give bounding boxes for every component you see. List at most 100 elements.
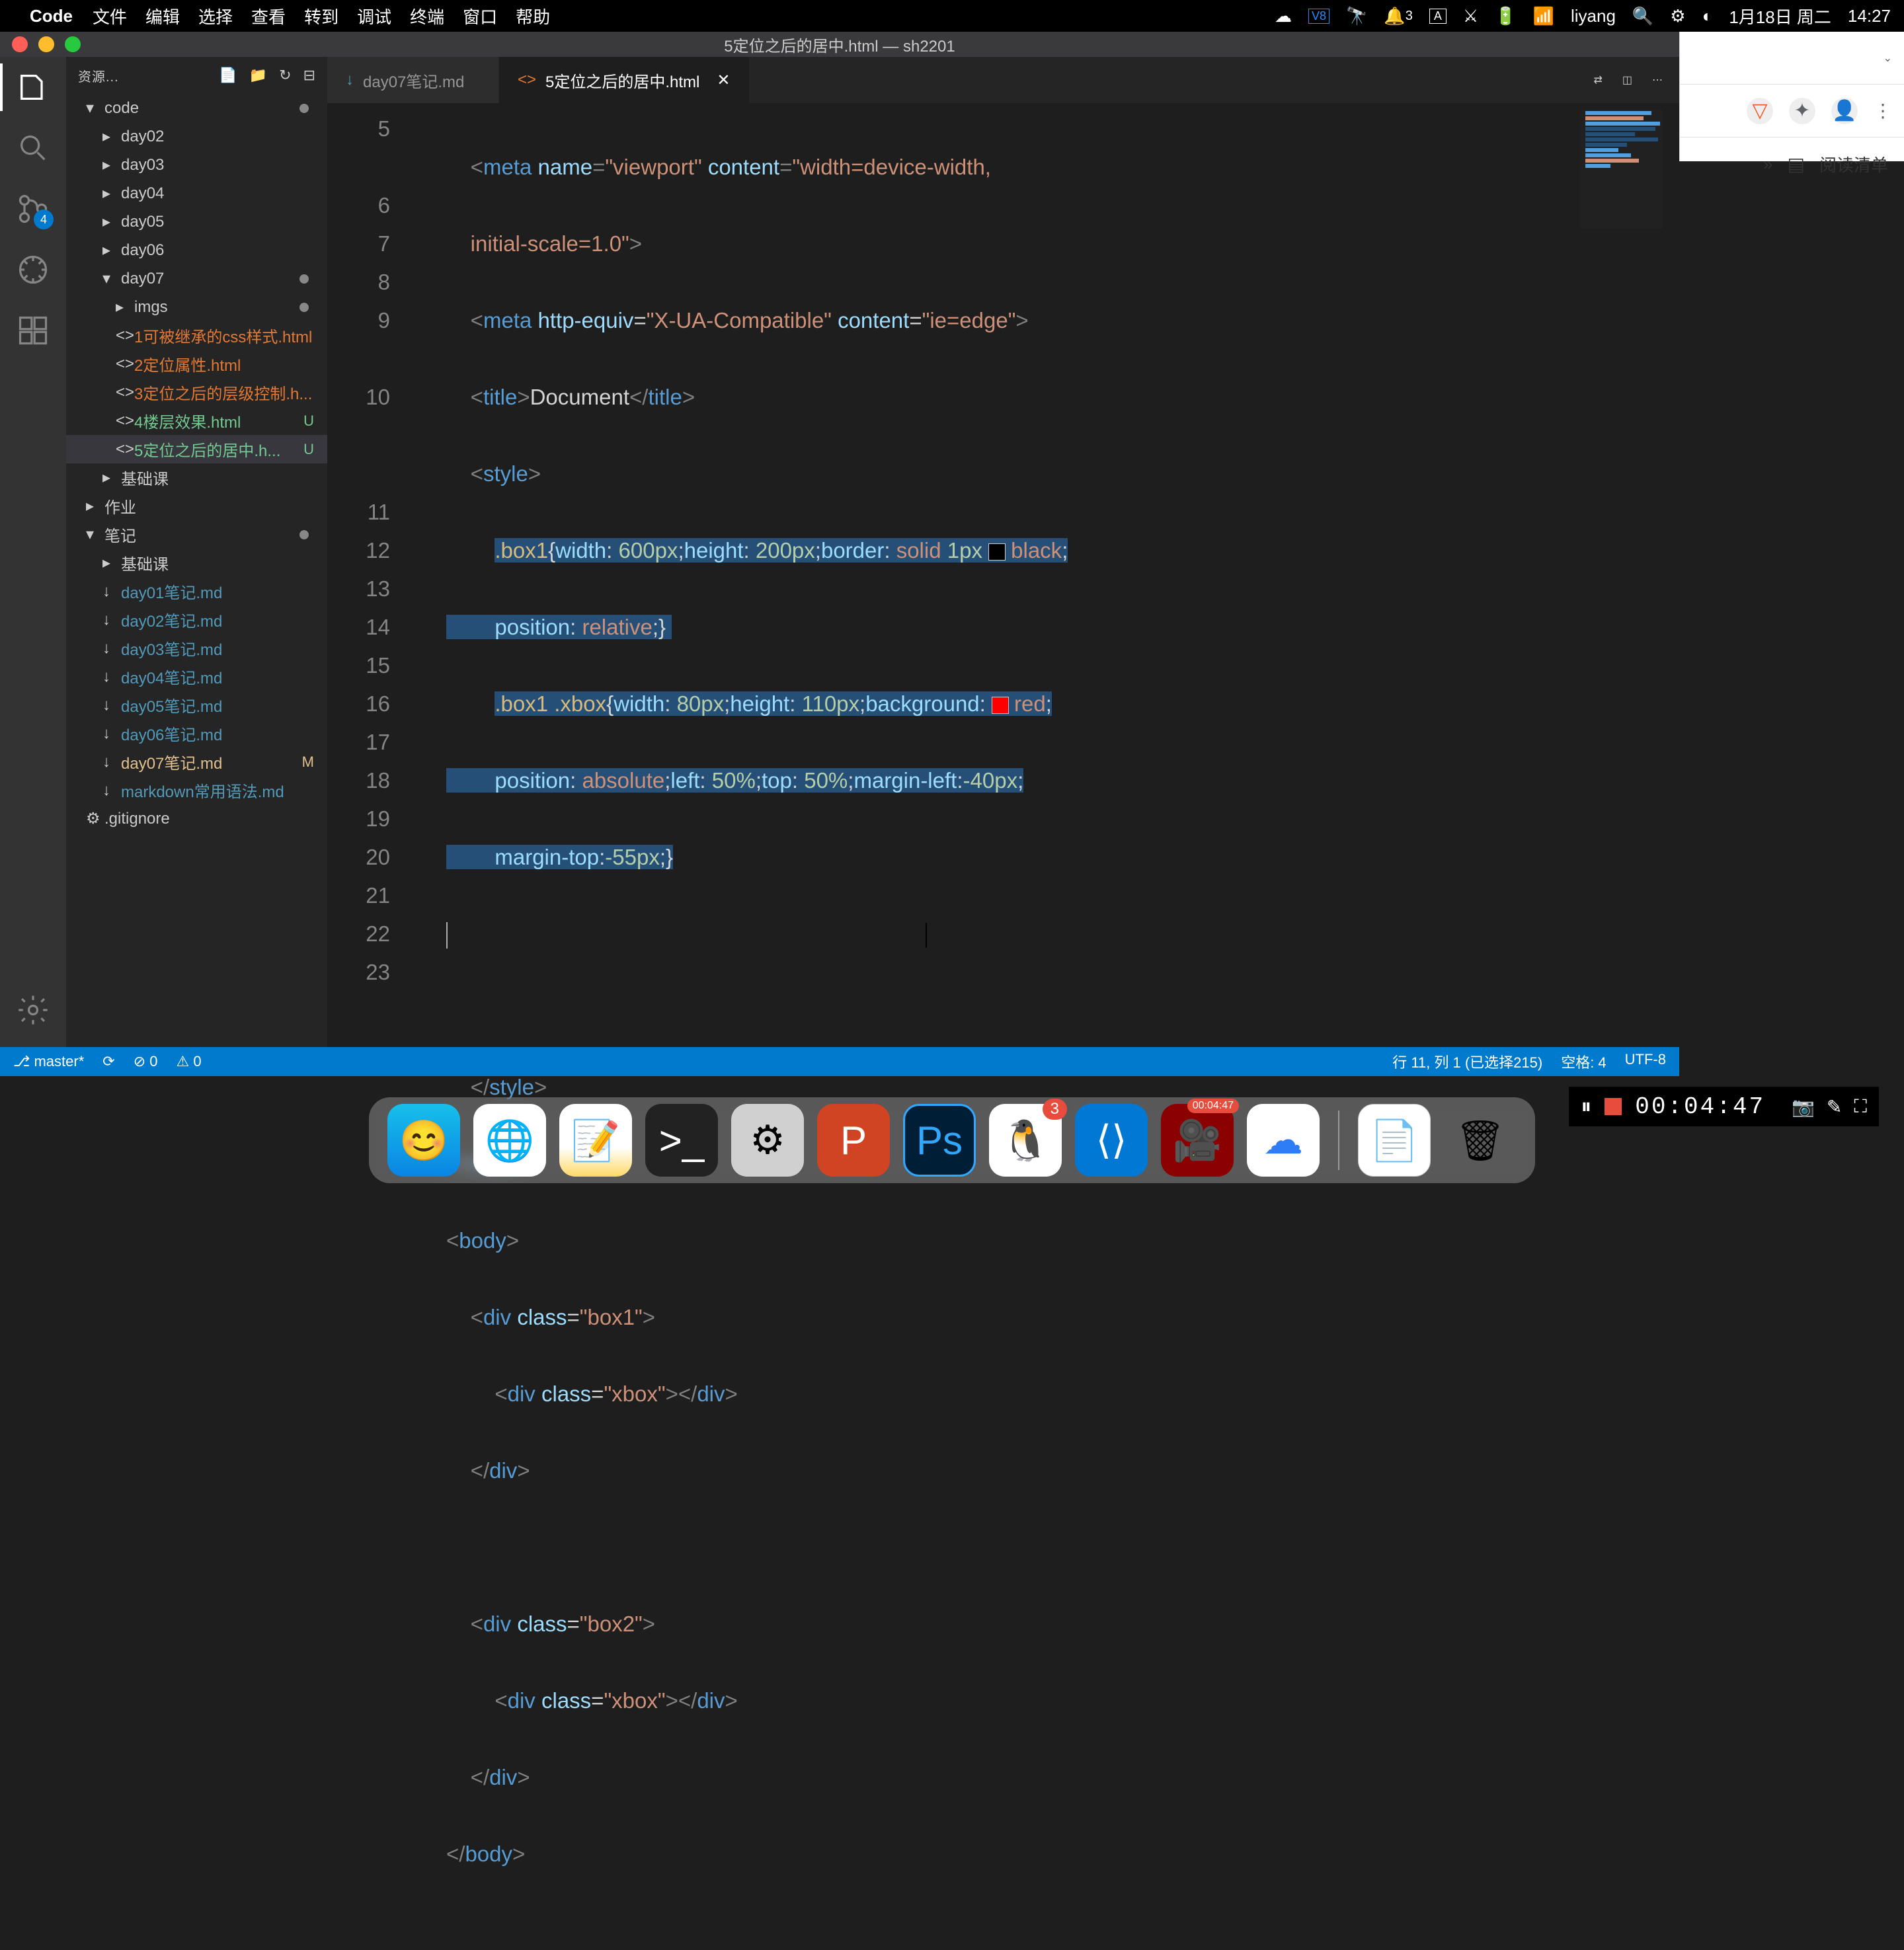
tree-item[interactable]: ↓day01笔记.md xyxy=(66,577,327,605)
profile-icon[interactable]: 👤 xyxy=(1831,98,1858,124)
sync-icon[interactable]: ☁ xyxy=(1275,6,1292,26)
tree-item[interactable]: ▸imgs xyxy=(66,293,327,321)
indentation[interactable]: 空格: 4 xyxy=(1561,1051,1606,1072)
tree-item[interactable]: ▾笔记 xyxy=(66,520,327,549)
photoshop-app[interactable]: Ps xyxy=(903,1104,976,1177)
bluetooth-icon[interactable]: ⚔ xyxy=(1463,6,1478,26)
warnings-count[interactable]: ⚠ 0 xyxy=(177,1053,202,1070)
close-button[interactable] xyxy=(12,36,28,52)
recorder-app[interactable]: 🎥00:04:47 xyxy=(1161,1104,1234,1177)
menu-go[interactable]: 转到 xyxy=(304,4,338,28)
tree-item[interactable]: ▸day05 xyxy=(66,208,327,236)
cursor-position[interactable]: 行 11, 列 1 (已选择215) xyxy=(1392,1051,1542,1072)
chrome-app[interactable]: 🌐 xyxy=(473,1104,546,1177)
expand-icon[interactable]: ⛶ xyxy=(1854,1096,1867,1118)
menu-view[interactable]: 查看 xyxy=(251,4,286,28)
explorer-icon[interactable] xyxy=(16,70,50,104)
zoom-button[interactable] xyxy=(65,36,81,52)
editor-tab[interactable]: ↓day07笔记.md xyxy=(327,57,499,103)
record-indicator[interactable] xyxy=(1605,1098,1622,1115)
tree-item[interactable]: ↓day05笔记.md xyxy=(66,691,327,719)
menu-help[interactable]: 帮助 xyxy=(516,4,550,28)
terminal-app[interactable]: >_ xyxy=(645,1104,718,1177)
spotlight-icon[interactable]: 🔍 xyxy=(1632,6,1653,26)
new-folder-icon[interactable]: 📁 xyxy=(249,67,267,84)
more-icon[interactable]: ⋯ xyxy=(1652,73,1663,87)
time[interactable]: 14:27 xyxy=(1848,6,1891,26)
encoding[interactable]: UTF-8 xyxy=(1625,1051,1666,1072)
reading-list-icon[interactable]: ▤ xyxy=(1788,153,1805,175)
tree-item[interactable]: ▸day06 xyxy=(66,236,327,264)
menu-edit[interactable]: 编辑 xyxy=(145,4,180,28)
qq-app[interactable]: 🐧3 xyxy=(989,1104,1062,1177)
code-editor[interactable]: 567891011121314151617181920212223 <meta … xyxy=(327,103,1679,1047)
wifi-icon[interactable]: 📶 xyxy=(1533,6,1554,26)
powerpoint-app[interactable]: P xyxy=(817,1104,890,1177)
menu-terminal[interactable]: 终端 xyxy=(410,4,444,28)
tree-item[interactable]: <>2定位属性.html xyxy=(66,350,327,378)
extension-icon[interactable]: ✦ xyxy=(1789,98,1815,124)
errors-count[interactable]: ⊘ 0 xyxy=(134,1053,158,1070)
tree-item[interactable]: <>1可被继承的css样式.html xyxy=(66,321,327,350)
pause-button[interactable]: ⏸ xyxy=(1581,1094,1591,1119)
sync-status[interactable]: ⟳ xyxy=(102,1053,114,1070)
settings-gear-icon[interactable] xyxy=(16,993,50,1027)
menu-file[interactable]: 文件 xyxy=(93,4,127,28)
tree-item[interactable]: ▸基础课 xyxy=(66,463,327,492)
tree-item[interactable]: ↓day02笔记.md xyxy=(66,605,327,634)
tree-item[interactable]: ↓markdown常用语法.md xyxy=(66,776,327,804)
menu-select[interactable]: 选择 xyxy=(198,4,233,28)
menu-window[interactable]: 窗口 xyxy=(463,4,497,28)
tree-item[interactable]: <>4楼层效果.htmlU xyxy=(66,407,327,435)
vscode-app[interactable]: ⟨⟩ xyxy=(1075,1104,1148,1177)
tree-item[interactable]: ⚙.gitignore xyxy=(66,804,327,833)
username[interactable]: liyang xyxy=(1571,6,1616,26)
app-name[interactable]: Code xyxy=(30,6,73,26)
debug-icon[interactable] xyxy=(16,253,50,287)
brave-icon[interactable]: ▽ xyxy=(1747,98,1773,124)
settings-app[interactable]: ⚙ xyxy=(731,1104,804,1177)
tree-item[interactable]: ▸基础课 xyxy=(66,549,327,577)
trash-app[interactable]: 🗑 xyxy=(1444,1104,1517,1177)
git-branch[interactable]: ⎇ master* xyxy=(13,1053,84,1070)
tree-item[interactable]: <>5定位之后的居中.h...U xyxy=(66,435,327,463)
kebab-icon[interactable]: ⋮ xyxy=(1874,100,1892,122)
date[interactable]: 1月18日 周二 xyxy=(1729,4,1831,28)
tree-item[interactable]: ▸day03 xyxy=(66,151,327,179)
tree-item[interactable]: <>3定位之后的层级控制.h... xyxy=(66,378,327,407)
minimize-button[interactable] xyxy=(38,36,54,52)
extensions-icon[interactable] xyxy=(16,313,50,348)
source-control-icon[interactable]: 4 xyxy=(16,192,50,226)
input-icon[interactable]: A xyxy=(1429,9,1447,24)
close-tab-icon[interactable]: ✕ xyxy=(717,71,730,90)
control-center-icon[interactable]: ⚙ xyxy=(1670,6,1685,26)
tree-item[interactable]: ↓day06笔记.md xyxy=(66,719,327,748)
vb-icon[interactable]: V8 xyxy=(1308,9,1329,24)
code-content[interactable]: <meta name="viewport" content="width=dev… xyxy=(420,103,1580,1047)
tree-item[interactable]: ▾day07 xyxy=(66,264,327,293)
document-app[interactable]: 📄 xyxy=(1358,1104,1431,1177)
search-icon[interactable] xyxy=(16,131,50,165)
tree-item[interactable]: ↓day04笔记.md xyxy=(66,662,327,691)
tree-item[interactable]: ▾code xyxy=(66,94,327,122)
notification-icon[interactable]: 🔔3 xyxy=(1384,6,1413,26)
split-icon[interactable]: ◫ xyxy=(1622,73,1632,87)
tree-item[interactable]: ▸作业 xyxy=(66,492,327,520)
tree-item[interactable]: ↓day03笔记.md xyxy=(66,634,327,662)
battery-icon[interactable]: 🔋 xyxy=(1495,6,1516,26)
binoculars-icon[interactable]: 🔭 xyxy=(1346,6,1367,26)
camera-icon[interactable]: 📷 xyxy=(1792,1096,1815,1118)
compare-icon[interactable]: ⇄ xyxy=(1593,73,1602,87)
chevron-down-icon[interactable]: ⌄ xyxy=(1884,52,1892,65)
tree-item[interactable]: ▸day04 xyxy=(66,179,327,208)
pencil-icon[interactable]: ✎ xyxy=(1827,1096,1842,1118)
tree-item[interactable]: ↓day07笔记.mdM xyxy=(66,748,327,776)
new-file-icon[interactable]: 📄 xyxy=(219,67,237,84)
menu-debug[interactable]: 调试 xyxy=(357,4,391,28)
reading-list-label[interactable]: 阅读清单 xyxy=(1819,152,1888,176)
minimap[interactable] xyxy=(1580,110,1663,229)
collapse-icon[interactable]: ⊟ xyxy=(303,67,315,84)
refresh-icon[interactable]: ↻ xyxy=(279,67,291,84)
baidu-app[interactable]: ☁ xyxy=(1247,1104,1320,1177)
siri-icon[interactable]: ◐ xyxy=(1702,6,1713,26)
